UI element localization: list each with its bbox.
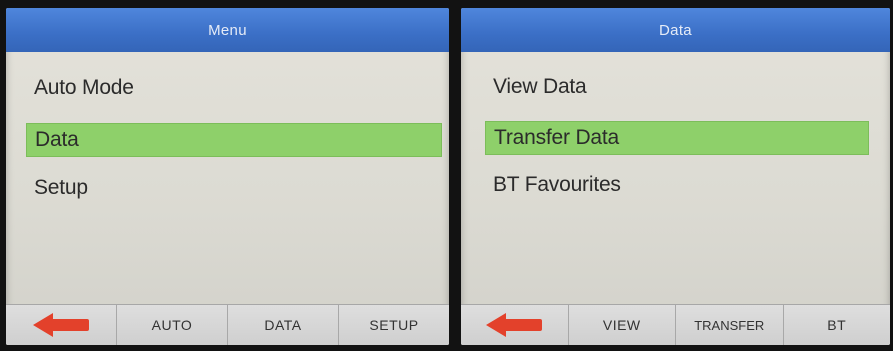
data-screen: Data View Data Transfer Data BT Favourit… [461,8,890,345]
view-button[interactable]: VIEW [568,305,676,345]
screen-title: Menu [208,21,247,39]
screen-title: Data [659,21,692,39]
menu-item-auto-mode[interactable]: Auto Mode [26,72,440,104]
menu-item-transfer-data[interactable]: Transfer Data [485,121,869,155]
data-button[interactable]: DATA [228,305,339,345]
left-arrow-icon [33,313,89,337]
menu-screen: Menu Auto Mode Data Setup AUTO DATA SETU… [6,8,449,345]
menu-item-label: Data [35,128,79,151]
menu-item-bt-favourites[interactable]: BT Favourites [485,169,867,201]
left-arrow-icon [486,313,543,337]
menu-item-label: View Data [493,75,587,98]
bt-button[interactable]: BT [783,305,890,345]
softkey-bar: VIEW TRANSFER BT [461,304,890,345]
setup-button[interactable]: SETUP [339,305,449,345]
title-bar: Data [461,8,890,52]
auto-button[interactable]: AUTO [117,305,228,345]
device-screens: Menu Auto Mode Data Setup AUTO DATA SETU… [0,0,893,351]
menu-item-label: Auto Mode [34,76,134,99]
menu-item-view-data[interactable]: View Data [485,71,867,103]
menu-item-label: BT Favourites [493,173,621,196]
menu-item-setup[interactable]: Setup [26,172,440,204]
menu-item-label: Transfer Data [494,126,619,149]
menu-item-data[interactable]: Data [26,123,442,157]
back-button[interactable] [461,305,569,345]
transfer-button[interactable]: TRANSFER [676,305,784,345]
back-button[interactable] [6,305,117,345]
softkey-bar: AUTO DATA SETUP [6,304,449,345]
menu-item-label: Setup [34,176,88,199]
title-bar: Menu [6,8,449,52]
